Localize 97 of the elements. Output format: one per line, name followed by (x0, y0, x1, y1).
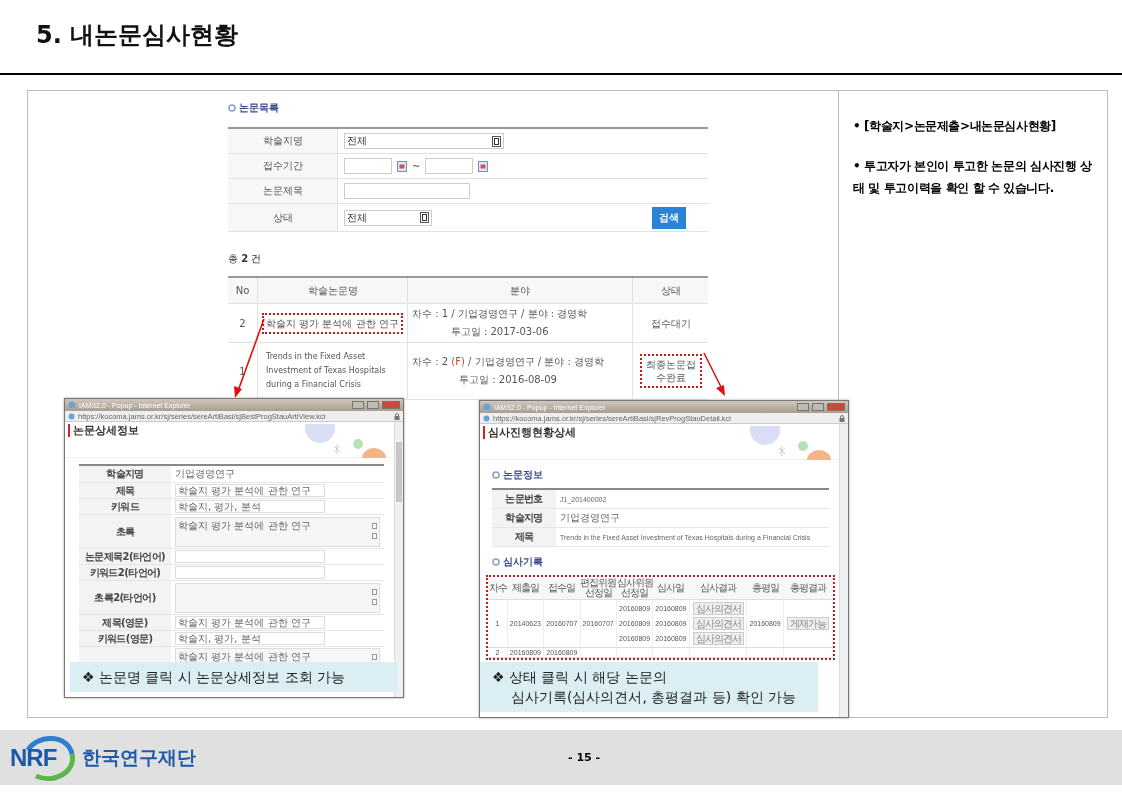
field-label: 제목(영문) (102, 615, 148, 630)
status-link[interactable]: 접수대기 (646, 312, 695, 334)
close-button[interactable] (827, 403, 845, 411)
page-title: 5. 내논문심사현황 (36, 19, 239, 51)
column-header: 심사위원선정일 (616, 577, 653, 600)
close-button[interactable] (382, 401, 400, 409)
column-header: 총평결과 (783, 577, 833, 600)
paper-title-link[interactable]: Trends in the Fixed Asset Investment of Texas Hospitals during a Financial Crisis (262, 346, 403, 396)
field-label: 상태 (272, 210, 293, 225)
column-header: 상태 (660, 283, 681, 298)
scroll-arrow-icon (372, 654, 377, 660)
table-cell-text: 투고일 : 2016-08-09 (458, 373, 558, 387)
date-field[interactable] (344, 158, 392, 174)
field-label: 키워드2(타언어) (89, 565, 161, 580)
column-header: 학술논문명 (307, 283, 358, 298)
field-label: 제목 (514, 530, 534, 544)
minimize-button[interactable] (797, 403, 809, 411)
maximize-button[interactable] (812, 403, 824, 411)
field-label: 제목 (115, 483, 135, 498)
table-cell: 2 (239, 317, 246, 329)
calendar-icon[interactable] (478, 160, 489, 172)
search-button[interactable]: 검색 (652, 206, 686, 229)
caption-text: 심사기록(심사의견서, 총평결과 등) 확인 가능 (510, 688, 798, 707)
organization-name: 한국연구재단 (82, 744, 196, 770)
field-label: 학술지명 (505, 511, 543, 525)
column-header: 편집위원선정일 (580, 577, 617, 600)
column-header: No (235, 285, 250, 296)
input-field[interactable]: 학술지 평가 분석에 관한 연구 (175, 484, 325, 497)
review-opinion-button[interactable]: 심사의견서 (692, 632, 744, 645)
range-separator: ~ (412, 160, 421, 172)
input-field[interactable] (175, 550, 325, 563)
column-header: 차수 (488, 577, 508, 600)
field-label: 논문제목 (262, 184, 303, 198)
text-area[interactable]: 학술지 평가 분석에 관한 연구 (175, 516, 380, 547)
bullet-icon (492, 558, 500, 566)
popup-title: 논문상세정보 (68, 424, 139, 437)
field-label: 논문번호 (505, 492, 543, 506)
input-field[interactable] (344, 183, 470, 199)
date-field[interactable] (425, 158, 474, 174)
scrollbar[interactable] (394, 422, 403, 697)
select-field[interactable]: 전체 (344, 209, 432, 226)
dropdown-icon (492, 135, 501, 147)
scrollbar[interactable] (839, 424, 848, 717)
bullet-icon (492, 471, 500, 479)
section-heading: 논문정보 (503, 468, 543, 482)
minimize-button[interactable] (352, 401, 364, 409)
field-label: 학술지명 (262, 134, 303, 148)
input-field[interactable] (175, 566, 325, 579)
lock-icon (394, 412, 400, 420)
paper-title-link[interactable]: 학술지 평가 분석에 관한 연구 (262, 312, 403, 334)
text-area[interactable]: 학술지 평가 분석에 관한 연구 (175, 648, 380, 662)
review-opinion-button[interactable]: 심사의견서 (692, 617, 744, 630)
note-text: • 투고자가 본인이 투고한 논문의 심사진행 상태 및 투고이력을 확인 할 수 있습니다. (853, 158, 1093, 197)
field-label: 초록 (115, 524, 135, 539)
input-field[interactable]: 학술지, 평가, 분석 (175, 500, 325, 513)
column-header: 심사결과 (689, 577, 747, 600)
popup-title: 심사진행현황상세 (483, 426, 576, 439)
section-heading: 심사기록 (503, 555, 543, 569)
scroll-arrows-icon (372, 522, 377, 539)
input-field[interactable]: 학술지, 평가, 분석 (175, 632, 325, 645)
section-heading: 논문목록 (239, 101, 279, 115)
logo-text: NRF (10, 743, 57, 772)
result-count: 총 2 건 (228, 252, 263, 266)
table-cell-text: 투고일 : 2017-03-06 (449, 325, 550, 339)
page-number: - 15 - (568, 751, 601, 764)
table-cell: 차수 : 1 / 기업경영연구 / 분야 : 경영학 (412, 307, 588, 321)
status-link[interactable]: 최종논문접수완료 (639, 354, 702, 388)
column-header: 분야 (510, 283, 530, 298)
text-area[interactable] (175, 582, 380, 613)
select-field[interactable]: 전체 (344, 133, 504, 149)
table-cell: 차수 : 2 (F) / 기업경영연구 / 분야 : 경영학 (412, 355, 605, 369)
field-value: 기업경영연구 (175, 467, 235, 481)
calendar-icon[interactable] (397, 160, 407, 172)
field-value: 기업경영연구 (560, 511, 620, 525)
dropdown-icon (420, 212, 429, 223)
caption-text: ❖ 논문명 클릭 시 논문상세정보 조회 가능 (82, 668, 347, 687)
field-label: 키워드(영문) (97, 631, 153, 646)
bullet-icon (228, 104, 236, 112)
table-cell: 1 (239, 365, 246, 377)
maximize-button[interactable] (367, 401, 379, 409)
note-text: • [학술지>논문제출>내논문심사현황] (853, 118, 1057, 135)
column-header: 심사일 (652, 577, 690, 600)
review-opinion-button[interactable]: 심사의견서 (692, 602, 744, 615)
column-header: 제출일 (507, 577, 544, 600)
column-header: 접수일 (543, 577, 580, 600)
caption-text: ❖ 상태 클릭 시 해당 논문의 (492, 668, 668, 687)
field-label: 접수기간 (262, 159, 303, 173)
scroll-arrows-icon (372, 588, 377, 605)
column-header: 총평일 (746, 577, 784, 600)
field-label: 논문제목2(타언어) (84, 549, 166, 564)
result-button[interactable]: 게재가능 (786, 617, 829, 630)
field-label: 키워드 (110, 499, 140, 514)
field-label: 학술지명 (106, 467, 144, 481)
field-label: 초록2(타언어) (94, 590, 156, 605)
lock-icon (839, 414, 845, 422)
input-field[interactable]: 학술지 평가 분석에 관한 연구 (175, 616, 325, 629)
arrow (703, 352, 725, 396)
